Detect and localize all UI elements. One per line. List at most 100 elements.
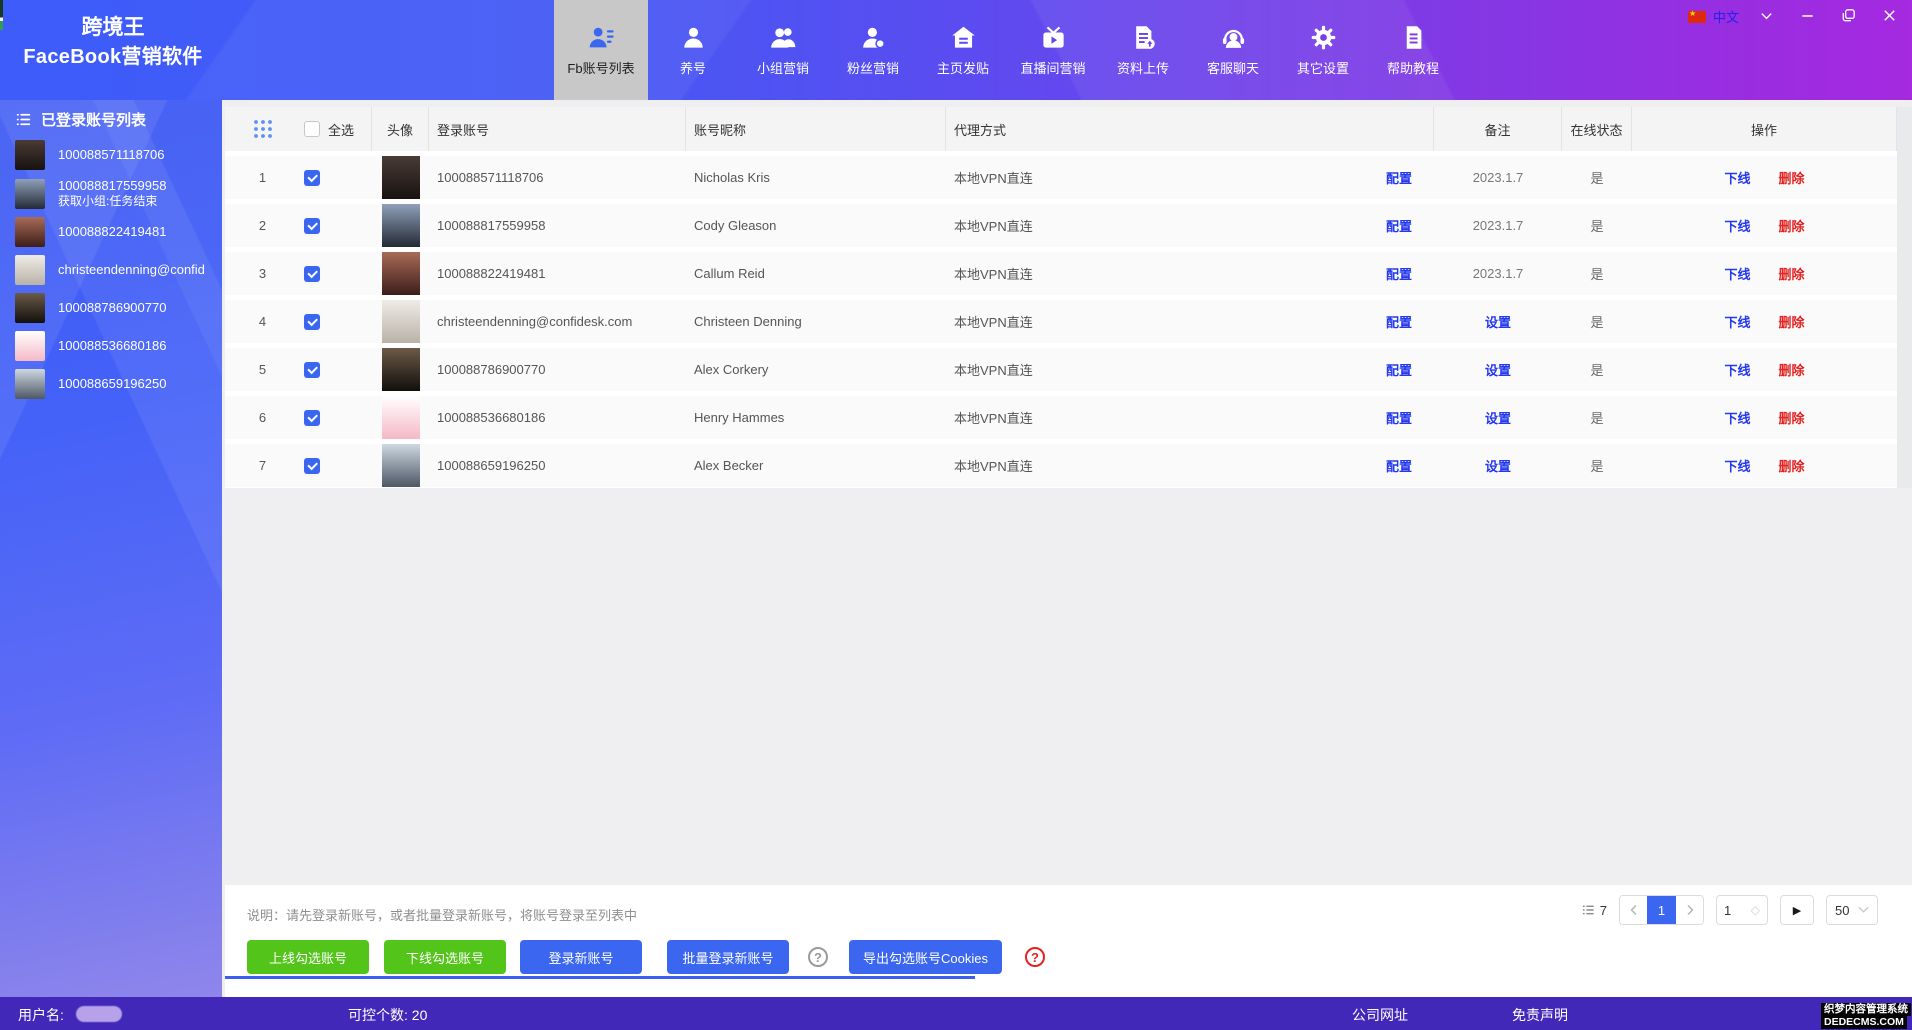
proxy-cell: 本地VPN直连	[954, 216, 1033, 235]
nav-tab-nurture-account[interactable]: 养号	[648, 0, 738, 100]
login-new-account-button[interactable]: 登录新账号	[520, 940, 642, 974]
livestream-marketing-icon	[1040, 24, 1067, 51]
nav-tab-group-marketing[interactable]: 小组营销	[738, 0, 828, 100]
delete-link[interactable]: 删除	[1779, 360, 1805, 379]
row-checkbox[interactable]	[304, 362, 320, 378]
sidebar-account-item[interactable]: 100088822419481	[15, 217, 218, 247]
config-link[interactable]: 配置	[1386, 408, 1412, 427]
row-checkbox[interactable]	[304, 314, 320, 330]
offline-checked-button[interactable]: 下线勾选账号	[384, 940, 506, 974]
account-id: 100088786900770	[58, 300, 166, 316]
batch-login-button[interactable]: 批量登录新账号	[667, 940, 789, 974]
export-cookies-button[interactable]: 导出勾选账号Cookies	[849, 940, 1002, 974]
account-cell: christeendenning@confidesk.com	[429, 300, 686, 343]
nav-tab-page-posting[interactable]: 主页发贴	[918, 0, 1008, 100]
offline-link[interactable]: 下线	[1724, 360, 1750, 379]
online-checked-button[interactable]: 上线勾选账号	[247, 940, 369, 974]
nav-tab-fb-account-list[interactable]: Fb账号列表	[554, 0, 648, 100]
nav-tab-data-upload[interactable]: 资料上传	[1098, 0, 1188, 100]
proxy-cell: 本地VPN直连	[954, 264, 1033, 283]
row-checkbox[interactable]	[304, 218, 320, 234]
offline-link[interactable]: 下线	[1724, 168, 1750, 187]
window-controls	[1757, 6, 1898, 24]
desktop-edge-artifact	[0, 0, 3, 30]
offline-link[interactable]: 下线	[1724, 408, 1750, 427]
nav-tab-other-settings[interactable]: 其它设置	[1278, 0, 1368, 100]
total-count: 7	[1581, 903, 1607, 918]
maximize-button[interactable]	[1839, 6, 1857, 24]
offline-link[interactable]: 下线	[1724, 312, 1750, 331]
settings-link[interactable]: 设置	[1485, 456, 1511, 475]
row-checkbox[interactable]	[304, 266, 320, 282]
row-checkbox[interactable]	[304, 458, 320, 474]
grid-columns-icon[interactable]	[252, 118, 274, 140]
sidebar-account-item[interactable]: 100088817559958获取小组:任务结束	[15, 178, 218, 209]
offline-link[interactable]: 下线	[1724, 456, 1750, 475]
help-icon-red[interactable]: ?	[1025, 947, 1045, 967]
disclaimer-link[interactable]: 免责声明	[1512, 1005, 1568, 1025]
logged-in-account-list: 100088571118706 100088817559958获取小组:任务结束 1…	[15, 140, 218, 407]
offline-link[interactable]: 下线	[1724, 216, 1750, 235]
settings-link[interactable]: 设置	[1485, 360, 1511, 379]
other-settings-icon	[1310, 24, 1337, 51]
page-size-select[interactable]: 50	[1826, 895, 1878, 925]
config-link[interactable]: 配置	[1386, 312, 1412, 331]
delete-link[interactable]: 删除	[1779, 216, 1805, 235]
horizontal-scrollbar-thumb[interactable]	[225, 976, 975, 979]
sidebar-account-item[interactable]: 100088571118706	[15, 140, 218, 170]
help-icon[interactable]: ?	[808, 947, 828, 967]
delete-link[interactable]: 删除	[1779, 168, 1805, 187]
offline-link[interactable]: 下线	[1724, 264, 1750, 283]
config-link[interactable]: 配置	[1386, 360, 1412, 379]
stepper-icon[interactable]: ◇	[1751, 903, 1760, 917]
next-page-button[interactable]	[1676, 896, 1703, 924]
config-link[interactable]: 配置	[1386, 456, 1412, 475]
nav-tab-label: 小组营销	[757, 58, 809, 77]
settings-link[interactable]: 设置	[1485, 312, 1511, 331]
delete-link[interactable]: 删除	[1779, 456, 1805, 475]
sidebar-account-item[interactable]: 100088536680186	[15, 331, 218, 361]
select-all-checkbox[interactable]	[304, 121, 320, 137]
company-site-link[interactable]: 公司网址	[1352, 1005, 1408, 1025]
go-page-button[interactable]: ▶	[1780, 895, 1814, 925]
sidebar-account-item[interactable]: christeendenning@confid	[15, 255, 218, 285]
account-id: christeendenning@confid	[58, 262, 205, 278]
nav-tab-label: 直播间营销	[1020, 58, 1085, 77]
header-account: 登录账号	[429, 107, 686, 151]
nav-tab-help-tutorial[interactable]: 帮助教程	[1368, 0, 1458, 100]
prev-page-button[interactable]	[1620, 896, 1647, 924]
delete-link[interactable]: 删除	[1779, 264, 1805, 283]
page-jump-input[interactable]: 1 ◇	[1716, 895, 1768, 925]
account-id: 100088659196250	[58, 376, 166, 392]
nav-tab-customer-chat[interactable]: 客服聊天	[1188, 0, 1278, 100]
table-row: 1100088571118706Nicholas Kris本地VPN直连配置20…	[225, 156, 1897, 199]
config-link[interactable]: 配置	[1386, 216, 1412, 235]
settings-link[interactable]: 设置	[1485, 408, 1511, 427]
config-link[interactable]: 配置	[1386, 264, 1412, 283]
nav-tab-livestream-marketing[interactable]: 直播间营销	[1008, 0, 1098, 100]
current-page[interactable]: 1	[1647, 896, 1676, 924]
delete-link[interactable]: 删除	[1779, 312, 1805, 331]
close-button[interactable]	[1880, 6, 1898, 24]
sidebar: 已登录账号列表 100088571118706100088817559958获取…	[0, 100, 222, 997]
proxy-cell: 本地VPN直连	[954, 168, 1033, 187]
sidebar-account-item[interactable]: 100088659196250	[15, 369, 218, 399]
row-checkbox[interactable]	[304, 410, 320, 426]
language-selector[interactable]: ★ 中文	[1688, 7, 1739, 26]
minimize-button[interactable]	[1798, 6, 1816, 24]
nav-tab-label: 帮助教程	[1387, 58, 1439, 77]
delete-link[interactable]: 删除	[1779, 408, 1805, 427]
row-index: 6	[225, 396, 300, 439]
sidebar-account-item[interactable]: 100088786900770	[15, 293, 218, 323]
page-jump-value: 1	[1724, 903, 1731, 918]
nurture-account-icon	[680, 24, 707, 51]
chevron-down-icon[interactable]	[1757, 6, 1775, 24]
account-cell: 100088817559958	[429, 204, 686, 247]
nav-tab-label: 粉丝营销	[847, 58, 899, 77]
config-link[interactable]: 配置	[1386, 168, 1412, 187]
chevron-down-icon	[1858, 906, 1869, 914]
avatar	[15, 369, 45, 399]
row-checkbox[interactable]	[304, 170, 320, 186]
nickname-cell: Christeen Denning	[686, 300, 946, 343]
nav-tab-fans-marketing[interactable]: 粉丝营销	[828, 0, 918, 100]
